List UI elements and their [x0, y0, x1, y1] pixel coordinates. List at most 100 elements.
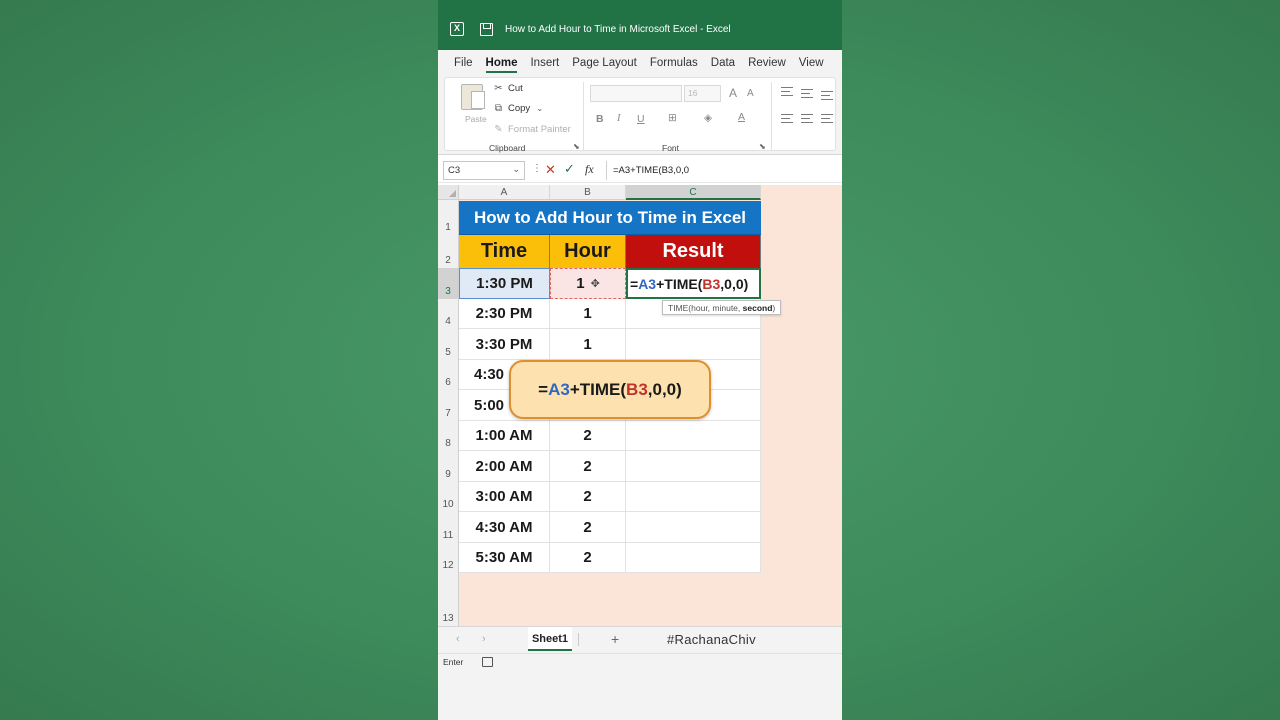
formula-input[interactable]: =A3+TIME(B3,0,0: [606, 161, 842, 180]
paste-label: Paste: [465, 114, 487, 124]
prev-sheet-icon[interactable]: ‹: [456, 633, 460, 645]
dialog-launcher-icon[interactable]: ⬊: [573, 142, 580, 151]
formula-eq: =: [630, 275, 639, 292]
tab-insert[interactable]: Insert: [530, 53, 559, 73]
fill-color-icon[interactable]: ◈: [704, 112, 712, 124]
cell-b4[interactable]: 1: [550, 299, 626, 329]
underline-button[interactable]: U: [637, 113, 645, 125]
enter-icon[interactable]: ✓: [564, 161, 575, 177]
cell-b5[interactable]: 1: [550, 329, 626, 360]
tab-file[interactable]: File: [454, 53, 473, 73]
tab-data[interactable]: Data: [711, 53, 735, 73]
cell-c11[interactable]: [626, 512, 761, 543]
cell-a9[interactable]: 2:00 AM: [459, 451, 550, 482]
row-header-11[interactable]: 11: [438, 512, 459, 543]
worksheet-grid[interactable]: A B C 1 2 3 4 5 6 7 8 9 10 11 12 13 How …: [438, 185, 842, 626]
align-left-icon[interactable]: [781, 114, 793, 123]
header-cell-hour[interactable]: Hour: [550, 235, 626, 268]
format-painter-button[interactable]: ✎ Format Painter: [493, 124, 571, 135]
cell-a5[interactable]: 3:30 PM: [459, 329, 550, 360]
insert-function-icon[interactable]: fx: [585, 162, 594, 177]
copy-button[interactable]: ⧉ Copy ⌄: [493, 103, 545, 114]
cancel-icon[interactable]: ✕: [545, 162, 556, 178]
column-header-c[interactable]: C: [626, 185, 761, 200]
cell-c3-editing[interactable]: = A3 +TIME(B3,0,0): [626, 268, 761, 299]
cell-b11[interactable]: 2: [550, 512, 626, 543]
cell-c8[interactable]: [626, 421, 761, 451]
ribbon-panel: Paste ✂ Cut ⧉ Copy ⌄ ✎ Format Painter Cl…: [444, 77, 836, 153]
title-banner-cell[interactable]: How to Add Hour to Time in Excel: [459, 201, 761, 235]
name-box[interactable]: C3 ⌄: [443, 161, 525, 180]
cell-b10[interactable]: 2: [550, 482, 626, 512]
header-cell-time[interactable]: Time: [459, 235, 550, 268]
bold-button[interactable]: B: [596, 113, 604, 125]
column-header-b[interactable]: B: [550, 185, 626, 200]
font-name-combo[interactable]: [590, 85, 682, 102]
font-color-button[interactable]: A: [738, 111, 745, 123]
row-header-2[interactable]: 2: [438, 235, 459, 268]
chevron-down-icon: ⌄: [536, 104, 544, 113]
cell-a11[interactable]: 4:30 AM: [459, 512, 550, 543]
crosshair-cursor-icon: ✥: [590, 278, 600, 290]
cell-a12[interactable]: 5:30 AM: [459, 543, 550, 573]
cell-b8[interactable]: 2: [550, 421, 626, 451]
accessibility-icon[interactable]: [482, 657, 493, 667]
chevron-down-icon[interactable]: ⌄: [512, 164, 520, 175]
formula-ref-b3: B3: [702, 275, 721, 292]
row-header-6[interactable]: 6: [438, 360, 459, 390]
align-right-icon[interactable]: [821, 114, 833, 123]
cell-c12[interactable]: [626, 543, 761, 573]
font-dialog-launcher-icon[interactable]: ⬊: [759, 142, 766, 151]
function-tooltip[interactable]: TIME(hour, minute, second): [662, 300, 782, 315]
row-header-13[interactable]: 13: [438, 573, 459, 626]
italic-button[interactable]: I: [617, 113, 621, 124]
status-bar: Enter: [438, 653, 842, 670]
cell-b3[interactable]: 1 ✥: [550, 268, 626, 299]
add-sheet-button[interactable]: +: [611, 631, 619, 647]
row-header-5[interactable]: 5: [438, 329, 459, 360]
cell-a10[interactable]: 3:00 AM: [459, 482, 550, 512]
cell-c9[interactable]: [626, 451, 761, 482]
cell-a4[interactable]: 2:30 PM: [459, 299, 550, 329]
tab-home[interactable]: Home: [485, 53, 517, 73]
tab-review[interactable]: Review: [748, 53, 786, 73]
cell-a3[interactable]: 1:30 PM: [459, 268, 550, 299]
tab-formulas[interactable]: Formulas: [650, 53, 698, 73]
tab-view[interactable]: View: [799, 53, 824, 73]
cell-b12[interactable]: 2: [550, 543, 626, 573]
row-header-12[interactable]: 12: [438, 543, 459, 573]
cell-b9[interactable]: 2: [550, 451, 626, 482]
align-top-icon[interactable]: [781, 87, 793, 96]
select-all-corner[interactable]: [438, 185, 459, 200]
cell-c5[interactable]: [626, 329, 761, 360]
align-center-icon[interactable]: [801, 114, 813, 123]
sheet-tab-sheet1[interactable]: Sheet1: [528, 627, 572, 651]
paste-icon[interactable]: [461, 84, 485, 110]
scissors-icon: ✂: [494, 83, 503, 94]
shrink-font-button[interactable]: A: [747, 88, 754, 99]
column-header-a[interactable]: A: [459, 185, 550, 200]
row-header-1[interactable]: 1: [438, 200, 459, 235]
align-middle-icon[interactable]: [801, 89, 813, 98]
row-header-3[interactable]: 3: [438, 268, 459, 299]
row-header-8[interactable]: 8: [438, 421, 459, 451]
excel-icon: X: [450, 22, 464, 36]
align-bottom-icon[interactable]: [821, 91, 833, 100]
grow-font-button[interactable]: A: [729, 86, 737, 100]
cut-button[interactable]: ✂ Cut: [493, 83, 523, 94]
row-header-4[interactable]: 4: [438, 299, 459, 329]
callout-tail: ,0,0): [647, 379, 682, 399]
cell-a8[interactable]: 1:00 AM: [459, 421, 550, 451]
row-header-10[interactable]: 10: [438, 482, 459, 512]
borders-icon[interactable]: ⊞: [668, 112, 677, 124]
row-header-9[interactable]: 9: [438, 451, 459, 482]
header-cell-result[interactable]: Result: [626, 235, 761, 268]
more-icon[interactable]: ⋮: [532, 163, 542, 174]
cell-c10[interactable]: [626, 482, 761, 512]
font-size-combo[interactable]: 16: [684, 85, 721, 102]
tab-page-layout[interactable]: Page Layout: [572, 53, 637, 73]
save-icon[interactable]: [480, 23, 493, 36]
next-sheet-icon[interactable]: ›: [482, 633, 486, 645]
row-header-7[interactable]: 7: [438, 390, 459, 421]
ribbon: Paste ✂ Cut ⧉ Copy ⌄ ✎ Format Painter Cl…: [438, 75, 842, 155]
